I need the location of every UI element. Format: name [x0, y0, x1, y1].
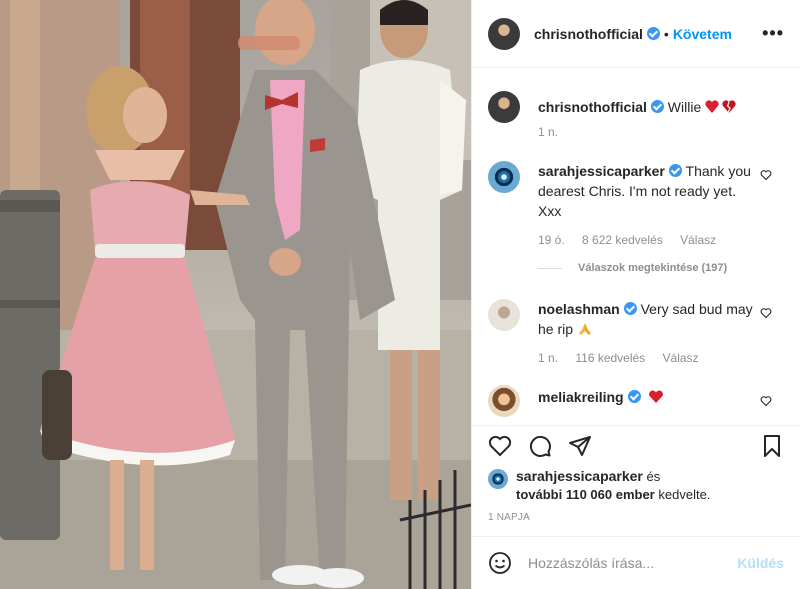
comment-body: noelashman Very sad bud may he rip 1 n. … — [538, 299, 784, 365]
comment-meta: 1 n. 116 kedvelés Válasz — [538, 351, 784, 365]
commenter-avatar[interactable] — [488, 161, 520, 193]
comment-body: meliakreiling — [538, 387, 784, 407]
likes-summary: sarahjessicaparker és további 110 060 em… — [488, 467, 784, 504]
likes-count[interactable]: további 110 060 ember — [516, 487, 655, 502]
comment-text: Thank you — [685, 163, 751, 179]
reply-button[interactable]: Válasz — [663, 351, 699, 365]
post-photo[interactable] — [0, 0, 471, 589]
share-icon[interactable] — [568, 434, 592, 458]
pray-icon — [578, 323, 591, 335]
comment-text-line2: dearest Chris. I'm not ready yet. — [538, 183, 736, 199]
comment-like-heart-icon[interactable] — [760, 395, 772, 407]
post-side-panel: chrisnothofficial • Követem ••• chrisnot… — [471, 0, 800, 589]
commenter-avatar[interactable] — [488, 385, 520, 417]
author-info: chrisnothofficial • Követem — [534, 26, 732, 42]
comment-like-heart-icon[interactable] — [760, 169, 772, 181]
comment-username[interactable]: sarahjessicaparker — [538, 163, 665, 179]
add-comment-bar: Hozzászólás írása... Küldés — [472, 536, 800, 589]
comment-time[interactable]: 1 n. — [538, 351, 558, 365]
instagram-post-modal: chrisnothofficial • Követem ••• chrisnot… — [0, 0, 800, 589]
smiley-icon[interactable] — [488, 551, 512, 575]
verified-badge-icon — [646, 27, 660, 40]
heart-icon[interactable] — [488, 434, 512, 458]
likes-and: és — [646, 469, 661, 484]
caption-body: chrisnothofficial Willie 1 n. — [538, 97, 784, 139]
author-username[interactable]: chrisnothofficial — [534, 26, 643, 42]
reply-button[interactable]: Válasz — [680, 233, 716, 247]
verified-badge-icon — [668, 164, 682, 177]
caption-time[interactable]: 1 n. — [538, 125, 558, 139]
post-header: chrisnothofficial • Követem ••• — [472, 0, 800, 68]
comment-likes[interactable]: 8 622 kedvelés — [582, 233, 663, 247]
comment-input[interactable]: Hozzászólás írása... — [528, 555, 737, 571]
liker-avatar[interactable] — [488, 469, 508, 489]
comment-text: Very sad bud may — [640, 301, 753, 317]
comment-meta: 19 ó. 8 622 kedvelés Válasz — [538, 233, 784, 247]
view-replies-button[interactable]: Válaszok megtekintése (197) — [538, 262, 727, 274]
verified-badge-icon — [623, 302, 637, 315]
comment-text-line2: he rip — [538, 321, 574, 337]
comment-item: noelashman Very sad bud may he rip 1 n. … — [488, 299, 784, 365]
red-heart-icon — [649, 390, 664, 403]
caption-text: Willie — [667, 99, 702, 115]
comment-like-heart-icon[interactable] — [760, 307, 772, 319]
more-options-icon[interactable]: ••• — [762, 23, 784, 44]
following-button[interactable]: Követem — [673, 26, 732, 42]
likes-suffix: kedvelte. — [658, 487, 711, 502]
comment-username[interactable]: meliakreiling — [538, 389, 624, 405]
verified-badge-icon — [627, 390, 641, 403]
send-button[interactable]: Küldés — [737, 555, 784, 571]
comments-section: chrisnothofficial Willie 1 n. sarahjessi… — [472, 69, 800, 425]
comment-text-line3: Xxx — [538, 203, 562, 219]
broken-heart-icon — [705, 100, 736, 114]
comment-icon[interactable] — [528, 434, 552, 458]
street-photo-illustration — [0, 0, 471, 589]
view-replies-label: Válaszok megtekintése (197) — [578, 262, 728, 274]
comment-item: sarahjessicaparker Thank you dearest Chr… — [488, 161, 784, 247]
author-avatar[interactable] — [488, 17, 520, 50]
comment-body: sarahjessicaparker Thank you dearest Chr… — [538, 161, 784, 247]
separator-dot: • — [663, 25, 669, 42]
comment-likes[interactable]: 116 kedvelés — [575, 351, 645, 365]
caption-row: chrisnothofficial Willie 1 n. — [488, 91, 784, 139]
post-timestamp[interactable]: 1 NAPJA — [488, 512, 530, 523]
post-actions-bar — [472, 425, 800, 471]
comment-time[interactable]: 19 ó. — [538, 233, 565, 247]
caption-avatar[interactable] — [488, 91, 520, 123]
caption-username[interactable]: chrisnothofficial — [538, 99, 647, 115]
comment-username[interactable]: noelashman — [538, 301, 620, 317]
bookmark-icon[interactable] — [760, 434, 784, 458]
liker-username[interactable]: sarahjessicaparker — [516, 468, 643, 484]
likes-text: sarahjessicaparker és további 110 060 em… — [516, 467, 710, 504]
verified-badge-icon — [650, 100, 664, 113]
caption-meta: 1 n. — [538, 125, 784, 139]
comment-item: meliakreiling — [488, 385, 784, 417]
commenter-avatar[interactable] — [488, 299, 520, 331]
